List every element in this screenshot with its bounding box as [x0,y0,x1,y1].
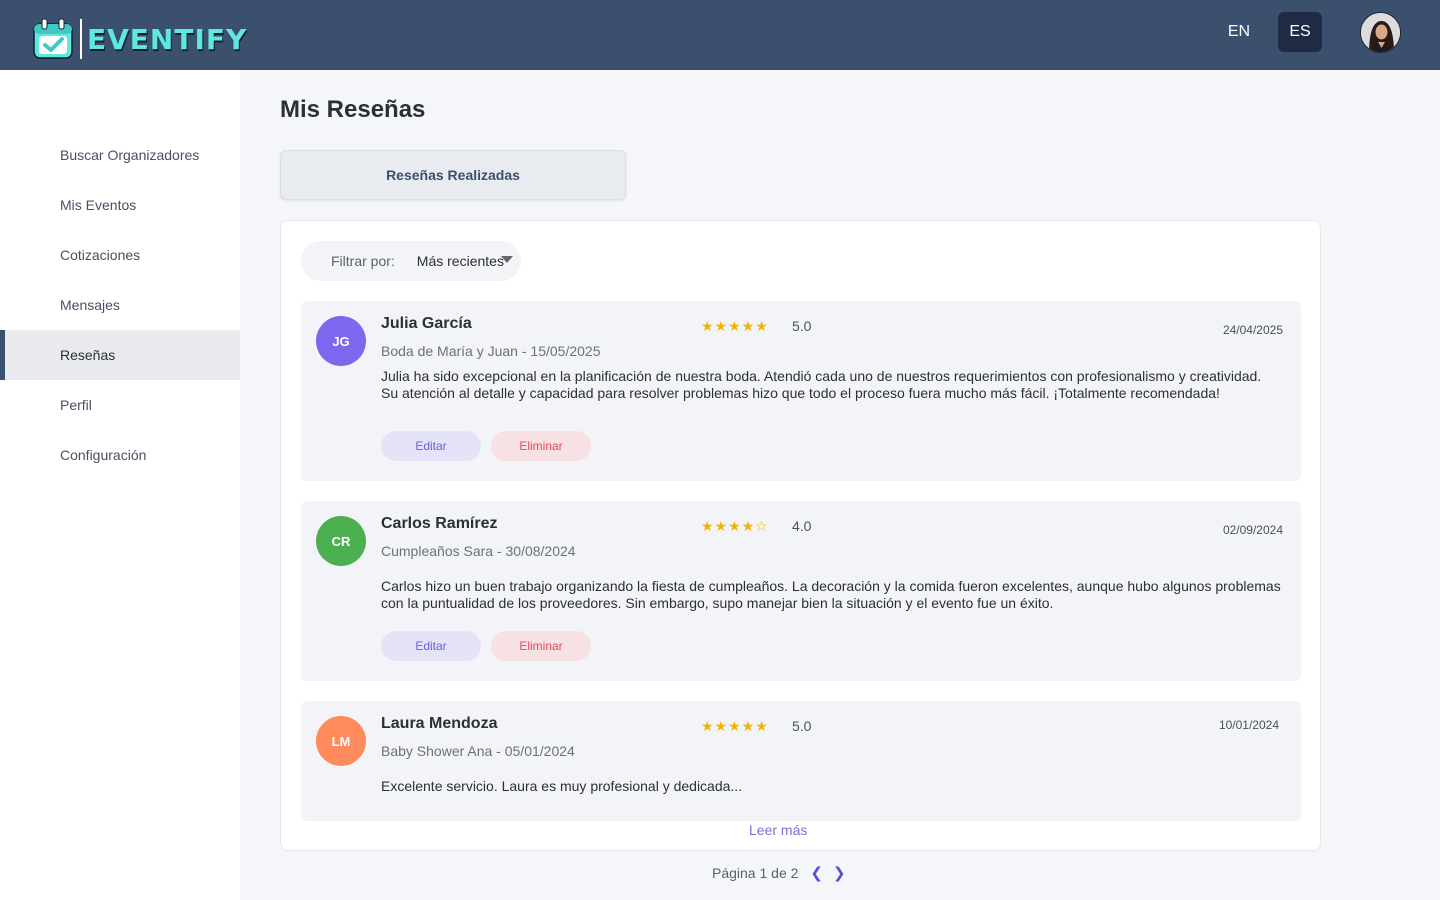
star-rating-icon: ★★★★☆ [701,518,769,534]
review-event: Boda de María y Juan - 15/05/2025 [381,343,601,359]
user-avatar[interactable] [1360,12,1401,53]
review-card: JG Julia García Boda de María y Juan - 1… [301,301,1301,481]
rating-value: 5.0 [792,718,812,734]
sidebar-item-configuracion[interactable]: Configuración [0,430,240,480]
sidebar-item-resenas[interactable]: Reseñas [0,330,240,380]
review-date: 02/09/2024 [1222,523,1283,537]
top-header: EVENTIFY EN ES [0,0,1440,70]
star-rating-icon: ★★★★★ [701,718,769,734]
sidebar-item-perfil[interactable]: Perfil [0,380,240,430]
edit-button[interactable]: Editar [381,631,481,661]
review-text: Excelente servicio. Laura es muy profesi… [381,778,743,794]
lang-es-button[interactable]: ES [1278,12,1322,52]
star-rating-icon: ★★★★★ [701,318,769,334]
reviewer-name: Julia García [381,315,472,332]
sidebar-item-cotizaciones[interactable]: Cotizaciones [0,230,240,280]
page-title: Mis Reseñas [280,96,426,123]
lang-en-button[interactable]: EN [1217,12,1261,52]
reviewer-name: Carlos Ramírez [381,515,498,532]
sidebar-item-buscar-organizadores[interactable]: Buscar Organizadores [0,130,240,180]
reviewer-avatar: CR [316,516,366,566]
review-event: Cumpleaños Sara - 30/08/2024 [381,543,576,559]
delete-button[interactable]: Eliminar [491,431,591,461]
app-logo[interactable]: EVENTIFY [32,18,247,60]
user-photo-icon [1361,13,1400,52]
filter-control[interactable]: Filtrar por: Más recientes [301,241,521,281]
review-text: Carlos hizo un buen trabajo organizando … [381,578,1281,611]
review-card: LM Laura Mendoza Baby Shower Ana - 05/01… [301,701,1301,821]
edit-button[interactable]: Editar [381,431,481,461]
calendar-check-icon [33,18,73,59]
rating-value: 4.0 [792,518,812,534]
delete-button[interactable]: Eliminar [491,631,591,661]
tab-resenas-realizadas[interactable]: Reseñas Realizadas [280,150,626,200]
read-more-link[interactable]: Leer más [749,822,807,838]
chevron-left-icon[interactable]: ❮ [810,864,823,882]
review-card: CR Carlos Ramírez Cumpleaños Sara - 30/0… [301,501,1301,681]
dropdown-arrow-icon[interactable] [501,256,513,263]
reviews-panel: Filtrar por: Más recientes JG Julia Garc… [280,220,1321,851]
review-text: Julia ha sido excepcional en la planific… [381,368,1262,401]
reviewer-avatar: JG [316,316,366,366]
filter-label: Filtrar por: [331,253,395,269]
review-date: 10/01/2024 [1218,718,1279,732]
logo-divider [80,19,82,59]
reviewer-name: Laura Mendoza [381,715,498,732]
sidebar-item-mensajes[interactable]: Mensajes [0,280,240,330]
rating-value: 5.0 [792,318,812,334]
chevron-right-icon[interactable]: ❯ [833,864,846,882]
pagination: Página 1 de 2 ❮ ❯ [712,864,846,882]
filter-select[interactable]: Más recientes [417,253,504,269]
sidebar-item-mis-eventos[interactable]: Mis Eventos [0,180,240,230]
reviewer-avatar: LM [316,716,366,766]
review-event: Baby Shower Ana - 05/01/2024 [381,743,575,759]
sidebar: Buscar Organizadores Mis Eventos Cotizac… [0,70,240,900]
review-date: 24/04/2025 [1222,323,1283,337]
app-name: EVENTIFY [87,22,248,56]
pagination-text: Página 1 de 2 [712,865,799,881]
